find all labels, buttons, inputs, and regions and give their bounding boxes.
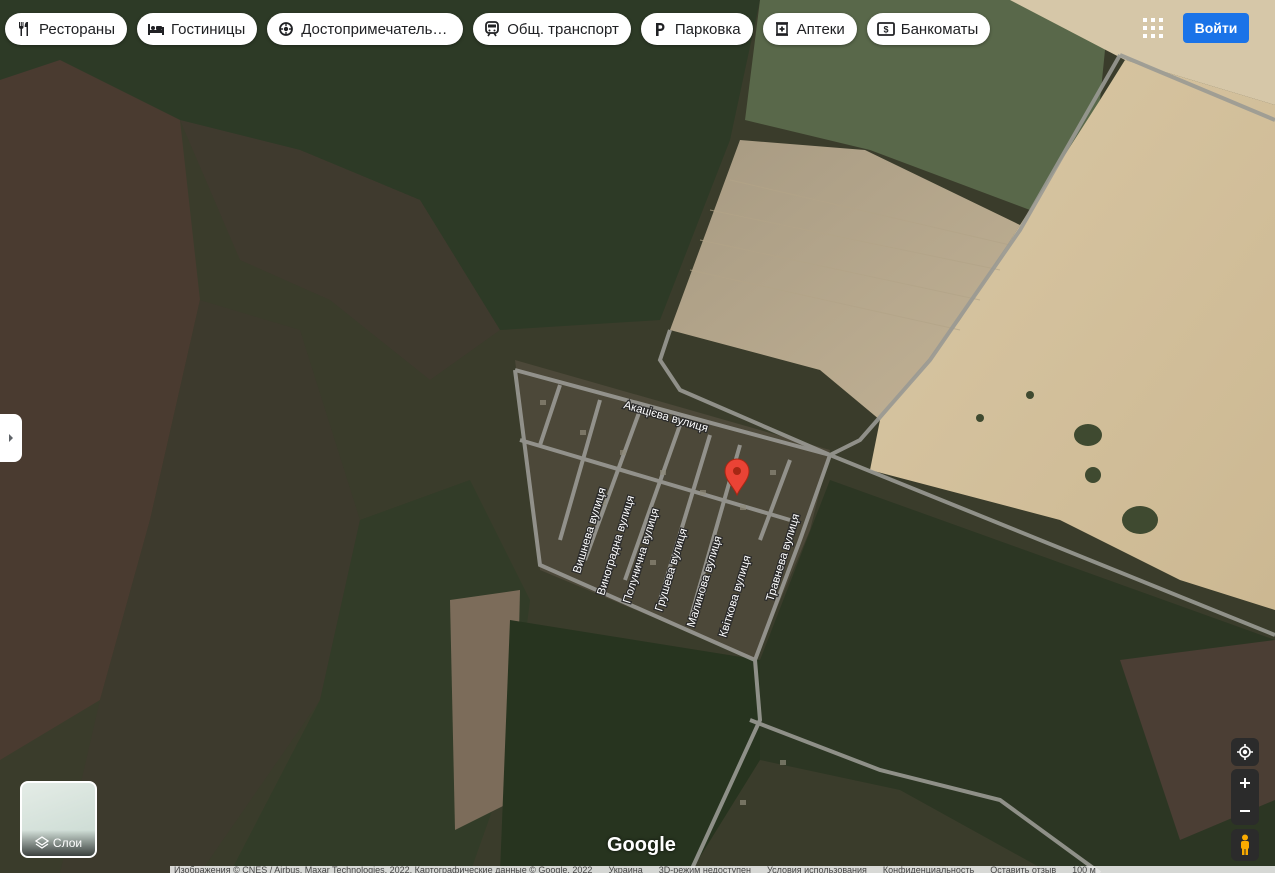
pharmacy-icon: [773, 20, 791, 38]
svg-text:$: $: [883, 25, 888, 35]
chip-pharmacies[interactable]: Аптеки: [762, 13, 857, 45]
terms-link[interactable]: Условия использования: [767, 866, 867, 873]
zoom-out-button[interactable]: [1239, 797, 1251, 825]
my-location-button[interactable]: [1231, 738, 1259, 766]
crosshair-icon: [1237, 744, 1253, 760]
google-logo: Google: [607, 834, 676, 856]
country-link[interactable]: Украина: [608, 866, 642, 873]
chip-label: Парковка: [674, 20, 741, 38]
chip-attractions[interactable]: Достопримечательн...: [267, 13, 464, 45]
train-icon: [483, 20, 501, 38]
3d-unavailable-text: 3D-режим недоступен: [658, 866, 751, 873]
category-chips: Рестораны Гостиницы Достопримечательн...…: [5, 13, 991, 45]
bed-icon: [147, 20, 165, 38]
pegman-icon: [1241, 834, 1249, 855]
attribution-bar: Изображения © CNES / Airbus, Maxar Techn…: [170, 866, 1275, 873]
minus-icon: [1240, 810, 1250, 812]
chip-label: Достопримечательн...: [301, 20, 452, 38]
sign-in-button[interactable]: Войти: [1183, 13, 1249, 43]
privacy-link[interactable]: Конфиденциальность: [883, 866, 974, 873]
chip-restaurants[interactable]: Рестораны: [5, 13, 127, 45]
landmark-icon: [277, 20, 295, 38]
feedback-link[interactable]: Оставить отзыв: [990, 866, 1056, 873]
fork-knife-icon: [15, 20, 33, 38]
layers-label: Слои: [52, 836, 83, 850]
parking-icon: [651, 20, 669, 38]
chip-label: Общ. транспорт: [507, 20, 619, 38]
zoom-controls: [1231, 769, 1259, 825]
plus-icon: [1240, 778, 1250, 788]
imagery-attribution: Изображения © CNES / Airbus, Maxar Techn…: [174, 866, 593, 873]
street-view-pegman[interactable]: [1231, 829, 1259, 861]
scale-bar[interactable]: 100 м: [1072, 866, 1096, 873]
apps-grid-icon[interactable]: [1143, 18, 1163, 38]
chevron-right-icon: [9, 434, 13, 442]
chip-label: Рестораны: [39, 20, 115, 38]
layers-button[interactable]: Слои: [20, 781, 97, 858]
zoom-in-button[interactable]: [1239, 769, 1251, 797]
chip-transit[interactable]: Общ. транспорт: [473, 13, 631, 45]
chip-hotels[interactable]: Гостиницы: [136, 13, 258, 45]
expand-panel-button[interactable]: [0, 414, 22, 462]
chip-atms[interactable]: $ Банкоматы: [866, 13, 991, 45]
atm-icon: $: [876, 20, 895, 38]
chip-parking[interactable]: Парковка: [640, 13, 753, 45]
satellite-map[interactable]: Акацієва вулиця Вишнева вулиця Виноградн…: [0, 0, 1275, 873]
chip-label: Аптеки: [796, 20, 845, 38]
chip-label: Банкоматы: [900, 20, 979, 38]
chip-label: Гостиницы: [170, 20, 246, 38]
layers-icon: [34, 836, 49, 849]
